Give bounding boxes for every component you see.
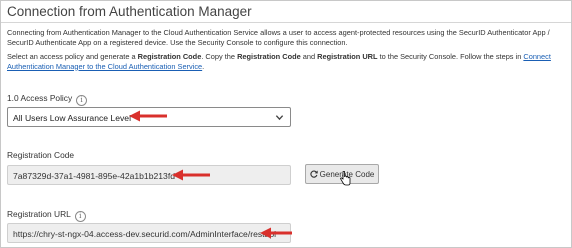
connection-panel: Connection from Authentication Manager C… — [0, 0, 572, 248]
info-icon[interactable]: i — [74, 211, 86, 222]
description-text: Connecting from Authentication Manager t… — [7, 28, 550, 47]
section-title: Connection from Authentication Manager — [7, 4, 252, 19]
registration-url-label: Registration URL i — [7, 209, 86, 222]
registration-code-field[interactable]: 7a87329d-37a1-4981-895e-42a1b1b213fd — [7, 165, 291, 185]
chevron-down-icon — [275, 115, 284, 121]
title-divider — [1, 22, 571, 23]
access-policy-label: 1.0 Access Policy i — [7, 93, 88, 106]
annotation-arrow-icon — [260, 227, 292, 239]
registration-url-field[interactable]: https://chry-st-ngx-04.access-dev.securi… — [7, 223, 291, 243]
instructions-text: Select an access policy and generate a R… — [7, 52, 551, 71]
registration-code-label: Registration Code — [7, 150, 75, 160]
hand-cursor-icon — [340, 171, 351, 186]
access-policy-selected-value: All Users Low Assurance Level — [13, 113, 131, 123]
annotation-arrow-icon — [129, 110, 167, 122]
info-icon[interactable]: i — [76, 95, 88, 106]
refresh-icon — [310, 170, 318, 178]
annotation-arrow-icon — [172, 169, 210, 181]
